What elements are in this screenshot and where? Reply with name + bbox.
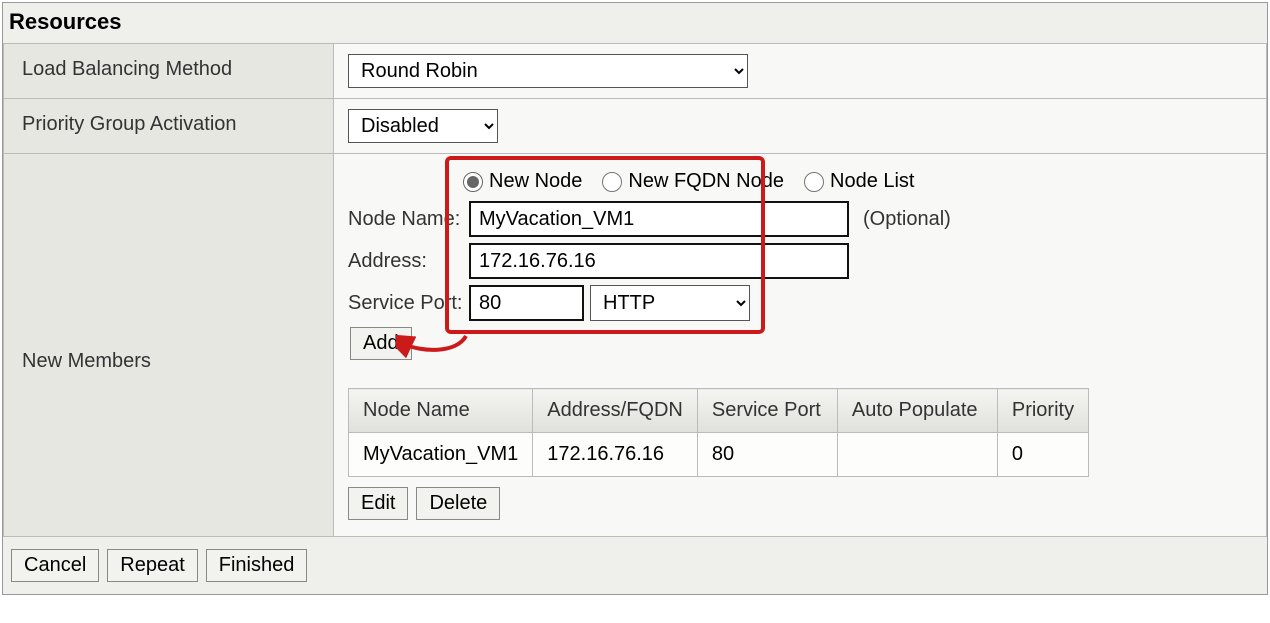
cancel-button[interactable]: Cancel	[11, 549, 99, 582]
cell-port: 80	[697, 433, 837, 477]
add-button[interactable]: Add	[350, 327, 412, 360]
radio-new-node-input[interactable]	[463, 172, 483, 192]
service-port-input[interactable]	[469, 285, 584, 321]
address-input[interactable]	[469, 243, 849, 279]
col-auto-populate[interactable]: Auto Populate	[837, 389, 997, 433]
repeat-button[interactable]: Repeat	[107, 549, 198, 582]
pga-select[interactable]: Disabled	[348, 109, 498, 143]
radio-node-list[interactable]: Node List	[804, 170, 915, 193]
col-node-name[interactable]: Node Name	[349, 389, 533, 433]
members-table: Node Name Address/FQDN Service Port Auto…	[348, 388, 1089, 477]
cell-node-name: MyVacation_VM1	[349, 433, 533, 477]
radio-node-list-input[interactable]	[804, 172, 824, 192]
section-title: Resources	[3, 3, 1267, 43]
cell-auto	[837, 433, 997, 477]
col-priority[interactable]: Priority	[997, 389, 1088, 433]
service-port-type-select[interactable]: HTTP	[590, 285, 750, 321]
radio-new-node-label: New Node	[489, 170, 582, 193]
radio-node-list-label: Node List	[830, 170, 915, 193]
node-name-input[interactable]	[469, 201, 849, 237]
radio-new-fqdn-label: New FQDN Node	[628, 170, 784, 193]
radio-new-fqdn-input[interactable]	[602, 172, 622, 192]
node-name-optional: (Optional)	[863, 208, 951, 231]
edit-button[interactable]: Edit	[348, 487, 408, 520]
lb-method-label: Load Balancing Method	[4, 44, 334, 99]
radio-new-node[interactable]: New Node	[463, 170, 582, 193]
address-label: Address:	[348, 250, 463, 273]
pga-label: Priority Group Activation	[4, 99, 334, 154]
finished-button[interactable]: Finished	[206, 549, 308, 582]
radio-new-fqdn-node[interactable]: New FQDN Node	[602, 170, 784, 193]
cell-priority: 0	[997, 433, 1088, 477]
new-members-label: New Members	[4, 154, 334, 537]
col-address[interactable]: Address/FQDN	[533, 389, 698, 433]
node-type-radiogroup: New Node New FQDN Node Node List	[463, 170, 1252, 193]
delete-button[interactable]: Delete	[416, 487, 500, 520]
col-service-port[interactable]: Service Port	[697, 389, 837, 433]
cell-address: 172.16.76.16	[533, 433, 698, 477]
table-row[interactable]: MyVacation_VM1 172.16.76.16 80 0	[349, 433, 1089, 477]
service-port-label: Service Port:	[348, 292, 463, 315]
node-name-label: Node Name:	[348, 208, 463, 231]
lb-method-select[interactable]: Round Robin	[348, 54, 748, 88]
